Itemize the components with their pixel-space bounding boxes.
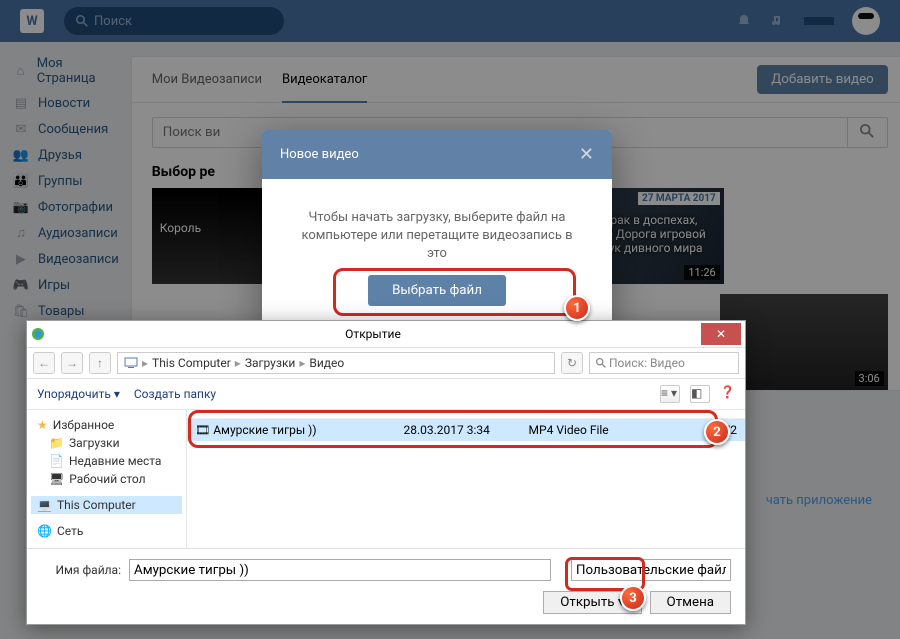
filename-label: Имя файла:	[41, 563, 121, 577]
folder-icon: 📁	[49, 436, 64, 450]
new-folder-button[interactable]: Создать папку	[134, 387, 216, 401]
modal-title: Новое видео	[280, 147, 359, 162]
dialog-title: Открытие	[45, 327, 701, 341]
file-open-dialog: Открытие ✕ ← → ↑ ▸This Computer ▸Загрузк…	[26, 320, 746, 625]
organize-menu[interactable]: Упорядочить ▾	[37, 387, 120, 401]
filename-input[interactable]	[129, 559, 551, 581]
choose-file-button[interactable]: Выбрать файл	[368, 275, 506, 306]
desktop-icon: 🖥	[49, 472, 64, 486]
filetype-select[interactable]	[571, 559, 731, 581]
modal-instruction: Чтобы начать загрузку, выберите файл на …	[290, 209, 584, 263]
nav-back-button[interactable]: ←	[33, 352, 55, 374]
annotation-number-1: 1	[564, 295, 590, 321]
computer-icon: 💻	[37, 498, 52, 512]
folder-tree[interactable]: ★Избранное 📁Загрузки 📄Недавние места 🖥Ра…	[27, 410, 187, 548]
computer-icon	[124, 357, 138, 369]
dialog-close-button[interactable]: ✕	[701, 323, 741, 345]
dialog-search[interactable]: Поиск: Видео	[589, 352, 739, 374]
download-app-link[interactable]: чать приложение	[766, 493, 872, 508]
view-options-button[interactable]: ≡ ▾	[660, 385, 680, 403]
nav-up-button[interactable]: ↑	[89, 352, 111, 374]
preview-pane-button[interactable]: ◧	[690, 385, 710, 403]
nav-forward-button[interactable]: →	[61, 352, 83, 374]
annotation-number-3: 3	[620, 585, 646, 611]
cancel-button[interactable]: Отмена	[650, 591, 731, 614]
folder-icon: 📄	[49, 454, 64, 468]
video-file-icon: 🎞	[195, 423, 210, 437]
file-row[interactable]: 🎞 Амурские тигры )) 28.03.2017 3:34 MP4 …	[187, 419, 745, 441]
upload-modal: Новое видео ✕ Чтобы начать загрузку, выб…	[262, 130, 612, 334]
refresh-button[interactable]: ↻	[561, 352, 583, 374]
search-icon	[596, 358, 606, 368]
network-icon: 🌐	[37, 524, 52, 538]
file-list: 🎞 Амурские тигры )) 28.03.2017 3:34 MP4 …	[187, 410, 745, 548]
breadcrumb[interactable]: ▸This Computer ▸Загрузки ▸Видео	[117, 352, 555, 374]
modal-close-button[interactable]: ✕	[579, 144, 594, 165]
chrome-icon	[31, 327, 45, 341]
annotation-number-2: 2	[704, 419, 730, 445]
help-button[interactable]: ❓	[720, 385, 735, 403]
star-icon: ★	[37, 418, 48, 432]
